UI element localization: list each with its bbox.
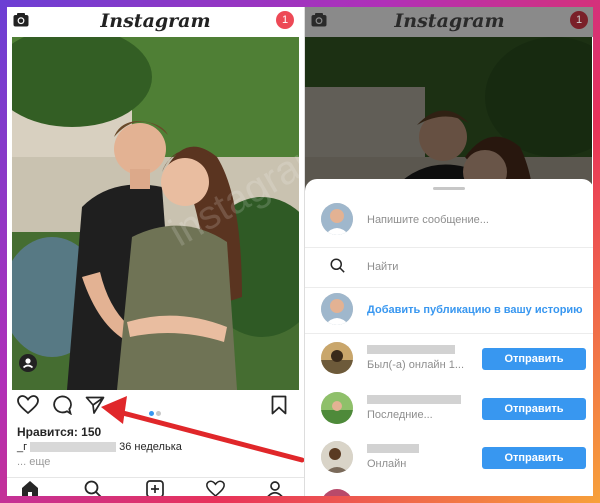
activity-heart-icon[interactable]: [206, 480, 225, 496]
contact-avatar: [321, 489, 353, 496]
search-input[interactable]: Найти: [367, 261, 398, 273]
notification-badge: 1: [570, 11, 588, 29]
add-to-story-row[interactable]: Добавить публикацию в вашу историю: [305, 293, 593, 329]
share-bottom-sheet: Напишите сообщение... Найти Добавить пуб…: [305, 179, 593, 496]
send-button[interactable]: Отправить: [482, 447, 586, 469]
send-button[interactable]: Отправить: [482, 348, 586, 370]
own-avatar: [321, 293, 353, 325]
message-row[interactable]: Напишите сообщение...: [305, 203, 593, 243]
sheet-drag-handle[interactable]: [433, 187, 465, 190]
contact-avatar: [321, 342, 353, 374]
divider: [305, 287, 593, 288]
caption-username[interactable]: _г: [17, 441, 27, 453]
contact-name-blurred: [367, 395, 461, 404]
contact-row-partial: [305, 489, 593, 496]
instagram-logo: Instagram: [100, 10, 211, 32]
top-bar-dimmed: Instagram 1: [305, 7, 593, 37]
search-row[interactable]: Найти: [305, 251, 593, 285]
contact-row: Онлайн Отправить: [305, 441, 593, 475]
bottom-navigation: [7, 477, 304, 496]
comment-icon[interactable]: [51, 395, 72, 415]
likes-count[interactable]: Нравится: 150: [17, 425, 101, 439]
own-avatar: [321, 203, 353, 235]
contact-row: Был(-а) онлайн 1... Отправить: [305, 342, 593, 376]
search-icon: [330, 258, 345, 273]
share-screen: Instagram 1 Напишите сообщение... Найти: [304, 7, 593, 496]
heart-icon[interactable]: [17, 395, 39, 415]
feed-screen: Instagram 1 Нравится: 150 _г 36 неделька…: [7, 7, 305, 496]
top-bar: Instagram 1: [7, 7, 304, 37]
instagram-logo: Instagram: [394, 10, 505, 32]
more-link[interactable]: ... еще: [17, 456, 50, 468]
contact-avatar: [321, 392, 353, 424]
message-input[interactable]: Напишите сообщение...: [367, 214, 489, 226]
contact-avatar: [321, 441, 353, 473]
contact-name-blurred: [367, 345, 455, 354]
divider: [305, 247, 593, 248]
contact-name-blurred: [367, 444, 419, 453]
couple-photo-image: [12, 37, 299, 390]
contact-status: Онлайн: [367, 458, 407, 470]
red-pointer-arrow: [101, 396, 305, 463]
contact-status: Последние...: [367, 409, 433, 421]
add-post-icon[interactable]: [146, 480, 164, 496]
post-photo[interactable]: instagramm.ru: [12, 37, 299, 390]
add-to-story-link[interactable]: Добавить публикацию в вашу историю: [367, 304, 583, 316]
screenshot-frame: Instagram 1 Нравится: 150 _г 36 неделька…: [7, 7, 593, 496]
home-icon[interactable]: [21, 480, 39, 496]
search-icon[interactable]: [84, 480, 102, 496]
contact-row: Последние... Отправить: [305, 392, 593, 426]
profile-icon[interactable]: [266, 480, 284, 496]
send-button[interactable]: Отправить: [482, 398, 586, 420]
divider: [305, 333, 593, 334]
user-tag-icon[interactable]: [19, 354, 37, 372]
contact-status: Был(-а) онлайн 1...: [367, 359, 464, 371]
notification-badge[interactable]: 1: [276, 11, 294, 29]
